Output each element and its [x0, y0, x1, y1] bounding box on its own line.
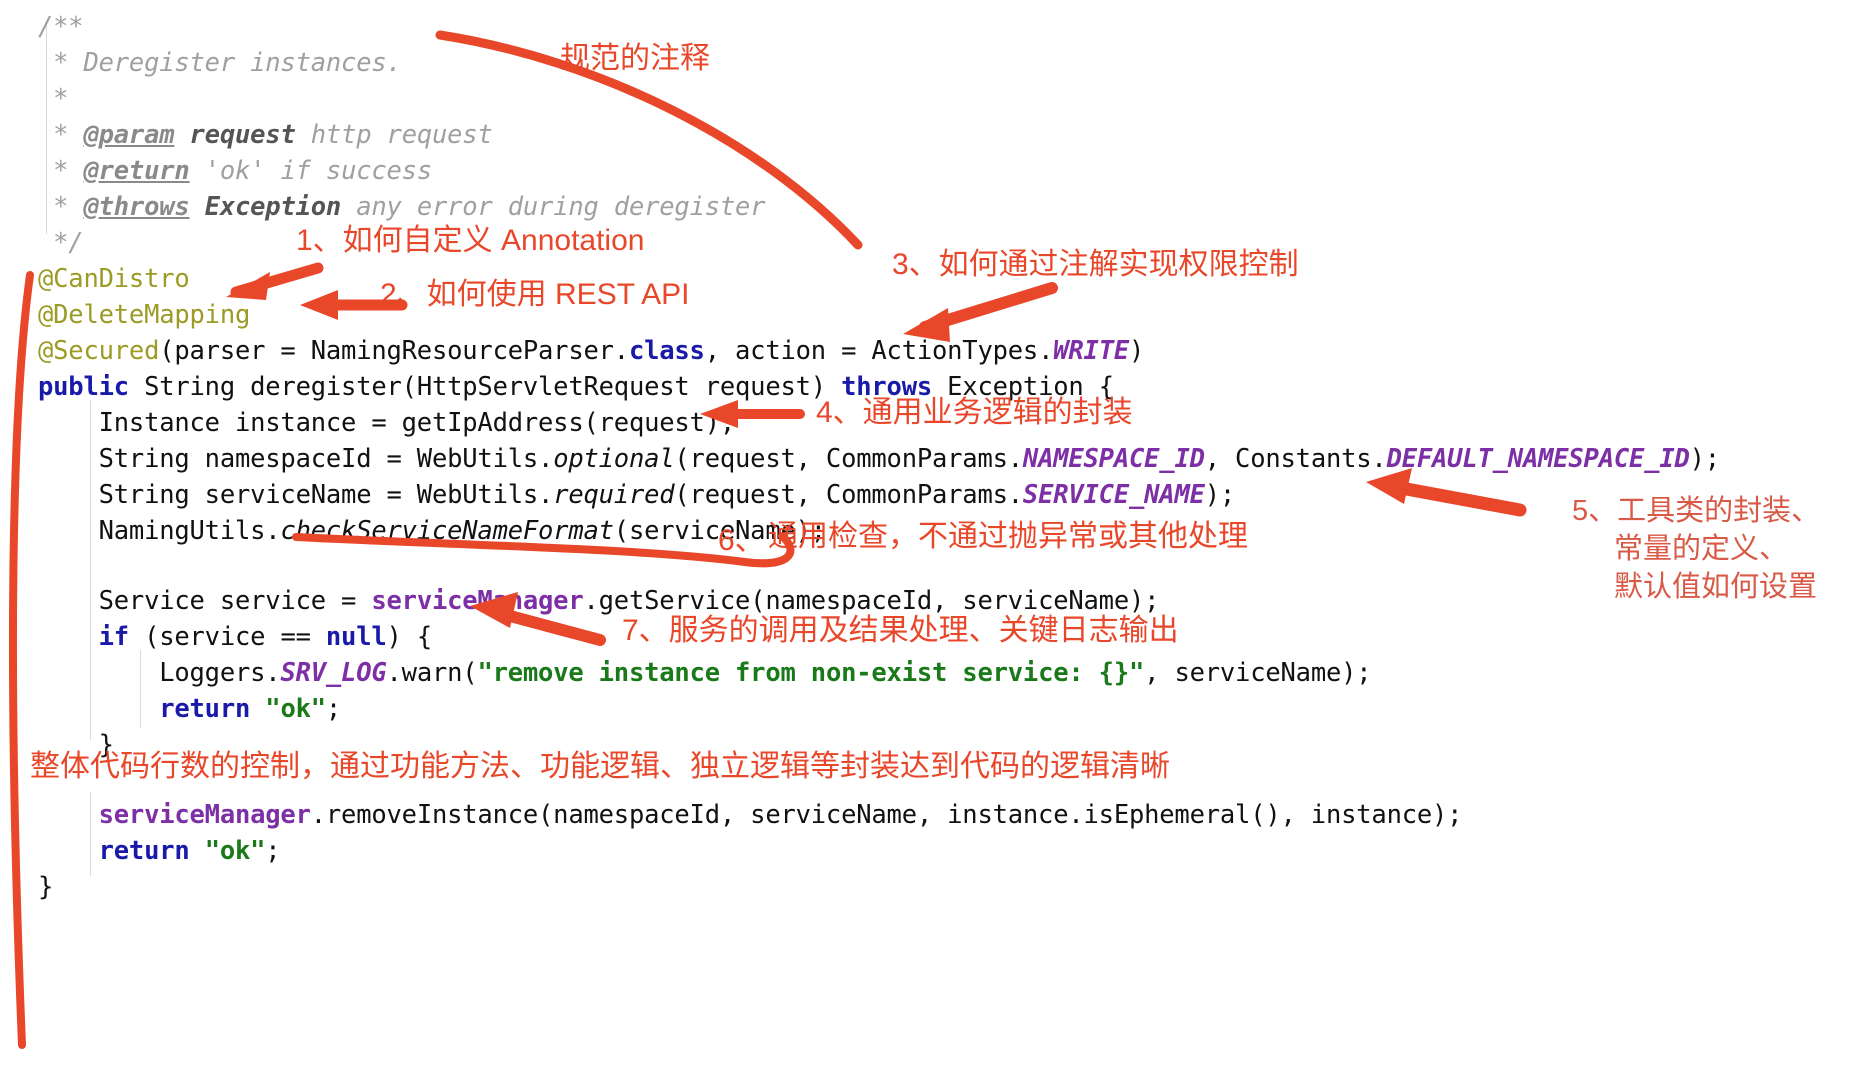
code-line-logger: Loggers.SRV_LOG.warn("remove instance fr… [38, 658, 1372, 688]
code-block: /** * Deregister instances. * * @param r… [0, 0, 1854, 1080]
code-line: /** [38, 12, 84, 42]
code-line-checkformat: NamingUtils.checkServiceNameFormat(servi… [38, 516, 827, 546]
code-line-ifnull: if (service == null) { [98, 622, 433, 652]
code-line: * @throws Exception any error during der… [38, 192, 766, 222]
code-line-servicename: String serviceName = WebUtils.required(r… [38, 480, 1236, 510]
code-line-deletemapping: @DeleteMapping [38, 300, 251, 330]
code-line: */ [38, 228, 84, 258]
code-line-candistro: @CanDistro [38, 264, 190, 294]
code-line-instance: Instance instance = getIpAddress(request… [38, 408, 736, 438]
code-line-return-early: return "ok"; [159, 694, 342, 724]
code-line-namespaceid: String namespaceId = WebUtils.optional(r… [38, 444, 1721, 474]
code-line-return-final: return "ok"; [98, 836, 281, 866]
code-line: * Deregister instances. [38, 48, 402, 78]
code-line: * @return 'ok' if success [38, 156, 432, 186]
code-line-closebrace-if: } [38, 730, 114, 760]
code-line-signature: public String deregister(HttpServletRequ… [38, 372, 1114, 402]
code-line-closebrace-method: } [38, 872, 54, 902]
code-line-getservice: Service service = serviceManager.getServ… [38, 586, 1160, 616]
code-line-secured: @Secured(parser = NamingResourceParser.c… [38, 336, 1145, 366]
code-line-removeinstance: serviceManager.removeInstance(namespaceI… [98, 800, 1463, 830]
code-line: * [38, 84, 69, 114]
screenshot-canvas: /** * Deregister instances. * * @param r… [0, 0, 1854, 1080]
code-line: * @param request http request [38, 120, 493, 150]
